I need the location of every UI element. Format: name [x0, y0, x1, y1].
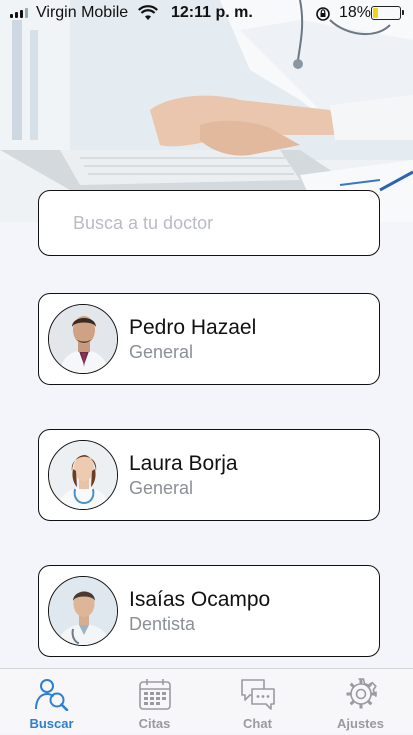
tab-chat[interactable]: Chat [206, 669, 309, 735]
doctor-specialty: General [129, 342, 194, 362]
carrier-name: Virgin Mobile [36, 4, 129, 21]
doctor-name: Isaías Ocampo [129, 588, 271, 611]
doctor-avatar [48, 576, 118, 646]
search-box[interactable] [38, 190, 380, 256]
tab-buscar[interactable]: Buscar [0, 669, 103, 735]
doctor-name: Pedro Hazael [129, 316, 257, 339]
header-image: Virgin Mobile 12:11 p. m. 18% [0, 0, 413, 222]
doctor-avatar [48, 304, 118, 374]
search-doctor-icon [34, 677, 70, 716]
doctor-card[interactable]: Isaías Ocampo Dentista [38, 565, 380, 657]
tab-citas[interactable]: Citas [103, 669, 206, 735]
doctor-name: Laura Borja [129, 452, 238, 475]
search-input[interactable] [71, 191, 365, 255]
doctor-specialty: General [129, 478, 194, 498]
status-bar: Virgin Mobile 12:11 p. m. 18% [0, 0, 413, 26]
doctor-laptop-illustration [0, 0, 413, 222]
tab-label: Chat [243, 716, 272, 731]
battery-percentage: 18% [339, 4, 372, 21]
battery-icon [371, 6, 404, 20]
doctor-specialty: Dentista [129, 614, 196, 634]
calendar-icon [138, 677, 172, 716]
doctor-avatar [48, 440, 118, 510]
gear-icon [344, 677, 378, 716]
cellular-signal-icon [10, 8, 28, 18]
doctor-card[interactable]: Pedro Hazael General [38, 293, 380, 385]
tab-label: Buscar [29, 716, 74, 731]
tab-bar: Buscar Citas Chat Ajustes [0, 668, 413, 734]
tab-label: Citas [138, 716, 171, 731]
tab-label: Ajustes [337, 716, 384, 731]
clock: 12:11 p. m. [171, 4, 253, 21]
chat-bubbles-icon [240, 677, 276, 716]
tab-ajustes[interactable]: Ajustes [309, 669, 412, 735]
doctor-card[interactable]: Laura Borja General [38, 429, 380, 521]
